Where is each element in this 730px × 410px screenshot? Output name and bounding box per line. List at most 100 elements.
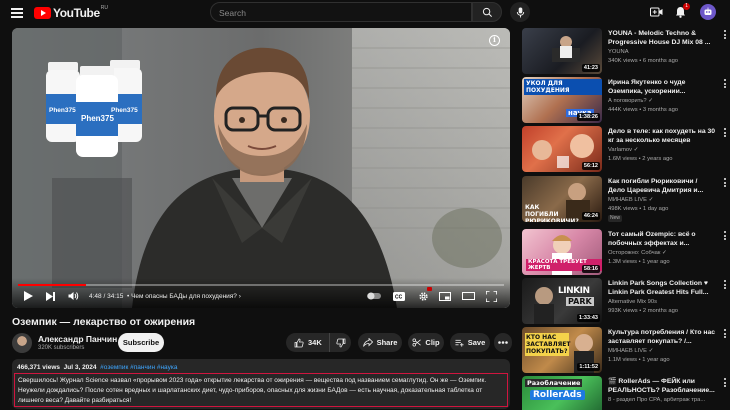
- recommendation-channel[interactable]: 8 - раздел Про CPA, арбитраж тра...: [608, 397, 718, 403]
- recommendation-channel[interactable]: А поговорить? ✓: [608, 98, 718, 104]
- create-button[interactable]: [649, 5, 663, 19]
- recommendation-item[interactable]: КТО НАС ЗАСТАВЛЯЕТ ПОКУПАТЬ? 1:11:52 Кул…: [522, 327, 730, 375]
- create-video-icon: [649, 7, 662, 17]
- recommendation-meta: 1.1M views • 1 year ago: [608, 357, 670, 363]
- clip-label: Clip: [425, 338, 440, 347]
- recommendation-item[interactable]: 41:23 YOUNA - Melodic Techno & Progressi…: [522, 28, 730, 76]
- more-vertical-icon[interactable]: [722, 378, 728, 390]
- menu-icon[interactable]: [11, 8, 23, 18]
- subtitles-button[interactable]: CC: [392, 290, 406, 302]
- fullscreen-icon: [485, 290, 497, 302]
- thumbnail-caption-2: PARK: [566, 297, 594, 306]
- recommendation-channel[interactable]: Осторожно: Собчак ✓: [608, 250, 718, 256]
- thumbs-up-icon: [294, 338, 304, 347]
- miniplayer-button[interactable]: [438, 290, 452, 302]
- autoplay-toggle[interactable]: [367, 290, 381, 302]
- like-button[interactable]: 34K: [286, 333, 330, 352]
- recommendation-item[interactable]: УКОЛ ДЛЯ ПОХУДЕНИЯ наука 1:38:26 Ирина Я…: [522, 77, 730, 125]
- recommendation-title[interactable]: Ирина Якутенко о чуде Оземпика, ускорени…: [608, 78, 716, 96]
- dislike-button[interactable]: [330, 333, 351, 352]
- save-button[interactable]: Save: [450, 333, 490, 352]
- more-vertical-icon[interactable]: [722, 30, 728, 42]
- video-thumbnail[interactable]: УКОЛ ДЛЯ ПОХУДЕНИЯ наука 1:38:26: [522, 77, 602, 123]
- recommendation-item[interactable]: 56:12 Дело в теле: как похудеть на 30 кг…: [522, 126, 730, 174]
- description-box[interactable]: 466,371 views Jul 3, 2024 #оземпик #панч…: [12, 359, 510, 409]
- video-thumbnail[interactable]: 41:23: [522, 28, 602, 74]
- top-bar: YouTube RU 1: [0, 0, 730, 28]
- thumbnail-caption: КАК ПОГИБЛИ РЮРИКОВИЧИ?: [525, 204, 579, 222]
- recommendation-channel[interactable]: Alternative Mix 90s: [608, 299, 718, 305]
- play-button[interactable]: [22, 290, 34, 302]
- upload-date: Jul 3, 2024: [63, 364, 97, 371]
- more-vertical-icon[interactable]: [722, 231, 728, 243]
- current-time: 4:48: [89, 293, 102, 300]
- thumbnail-caption: Разоблачение: [525, 379, 583, 387]
- more-vertical-icon[interactable]: [722, 79, 728, 91]
- video-player[interactable]: Phen375 Phen375 Phen375 i 4:48 / 34:15 •…: [12, 28, 510, 308]
- recommendation-title[interactable]: Как погибли Рюриковичи / Дело Царевича Д…: [608, 177, 716, 195]
- more-vertical-icon[interactable]: [722, 128, 728, 140]
- recommendation-channel[interactable]: МИНАЕВ LIVE ✓: [608, 197, 718, 203]
- thumbnail-caption: LINKIN: [558, 286, 590, 296]
- search-input[interactable]: [211, 4, 451, 22]
- youtube-logo[interactable]: YouTube RU: [34, 5, 108, 20]
- progress-bar[interactable]: [18, 284, 504, 286]
- autoplay-toggle-icon: [367, 292, 381, 300]
- next-button[interactable]: [44, 290, 56, 302]
- video-thumbnail[interactable]: 56:12: [522, 126, 602, 172]
- settings-button[interactable]: [416, 287, 432, 302]
- video-thumbnail[interactable]: LINKIN PARK 1:33:43: [522, 278, 602, 324]
- like-dislike-group: 34K: [286, 333, 351, 352]
- recommendation-meta: 444K views • 3 months ago: [608, 107, 679, 113]
- clip-button[interactable]: Clip: [408, 333, 444, 352]
- info-icon[interactable]: i: [489, 35, 500, 46]
- hashtags[interactable]: #оземпик #панчин #наука: [100, 364, 177, 371]
- recommendation-title[interactable]: Linkin Park Songs Collection ♥ Linkin Pa…: [608, 279, 716, 297]
- recommendation-title[interactable]: YOUNA - Melodic Techno & Progressive Hou…: [608, 29, 716, 47]
- notifications-button[interactable]: 1: [673, 3, 690, 19]
- channel-name[interactable]: Александр Панчин: [38, 334, 127, 344]
- video-thumbnail[interactable]: КТО НАС ЗАСТАВЛЯЕТ ПОКУПАТЬ? 1:11:52: [522, 327, 602, 373]
- theater-mode-button[interactable]: [461, 290, 475, 302]
- voice-search-button[interactable]: [510, 2, 530, 22]
- recommendation-channel[interactable]: YOUNA: [608, 49, 718, 55]
- chapter-title[interactable]: Чем опасны БАДы для похудения?: [131, 293, 237, 300]
- video-duration: 1:11:52: [577, 363, 600, 371]
- recommendation-channel[interactable]: МИНАЕВ LIVE ✓: [608, 348, 718, 354]
- new-badge: New: [608, 215, 623, 222]
- more-vertical-icon[interactable]: [722, 280, 728, 292]
- video-thumbnail[interactable]: КАК ПОГИБЛИ РЮРИКОВИЧИ? 46:24: [522, 176, 602, 222]
- recommendation-title[interactable]: 🎬 RollerAds — ФЕЙК или РЕАЛЬНОСТЬ? Разоб…: [608, 377, 716, 395]
- next-icon: [45, 291, 55, 301]
- recommendation-title[interactable]: Культура потребления / Кто нас заставляе…: [608, 328, 716, 346]
- video-thumbnail[interactable]: КРАСОТА ТРЕБУЕТ ЖЕРТВ 58:16: [522, 229, 602, 275]
- volume-button[interactable]: [67, 290, 79, 302]
- bottle-label: Phen375: [81, 114, 114, 123]
- recommendation-item[interactable]: Разоблачение RollerAds 🎬 RollerAds — ФЕЙ…: [522, 376, 730, 410]
- video-thumbnail[interactable]: Разоблачение RollerAds: [522, 376, 602, 410]
- search-button[interactable]: [472, 2, 502, 22]
- video-duration: 46:24: [581, 212, 600, 220]
- fullscreen-button[interactable]: [484, 290, 498, 302]
- subtitles-icon: CC: [393, 291, 405, 301]
- total-time: 34:15: [107, 293, 124, 300]
- share-icon: [362, 338, 373, 347]
- recommendation-title[interactable]: Дело в теле: как похудеть на 30 кг за не…: [608, 127, 716, 145]
- recommendation-channel[interactable]: Varlamov ✓: [608, 147, 718, 153]
- channel-name-text[interactable]: Александр Панчин: [38, 334, 117, 344]
- recommendation-item[interactable]: КАК ПОГИБЛИ РЮРИКОВИЧИ? 46:24 Как погибл…: [522, 176, 730, 224]
- more-vertical-icon[interactable]: [722, 178, 728, 190]
- recommendation-title[interactable]: Тот самый Ozempic: всё о побочных эффект…: [608, 230, 716, 248]
- microphone-icon: [516, 6, 524, 18]
- description-meta: 466,371 views Jul 3, 2024 #оземпик #панч…: [17, 364, 177, 371]
- share-button[interactable]: Share: [358, 333, 402, 352]
- account-avatar[interactable]: [700, 4, 716, 20]
- recommendation-meta: 1.6M views • 2 years ago: [608, 156, 673, 162]
- channel-avatar[interactable]: [12, 333, 32, 353]
- recommendation-item[interactable]: КРАСОТА ТРЕБУЕТ ЖЕРТВ 58:16 Тот самый Oz…: [522, 229, 730, 277]
- robot-avatar-icon: [704, 7, 712, 15]
- more-vertical-icon[interactable]: [722, 329, 728, 341]
- recommendation-item[interactable]: LINKIN PARK 1:33:43 Linkin Park Songs Co…: [522, 278, 730, 326]
- subscribe-button[interactable]: Subscribe: [118, 333, 164, 352]
- more-actions-button[interactable]: [494, 333, 512, 352]
